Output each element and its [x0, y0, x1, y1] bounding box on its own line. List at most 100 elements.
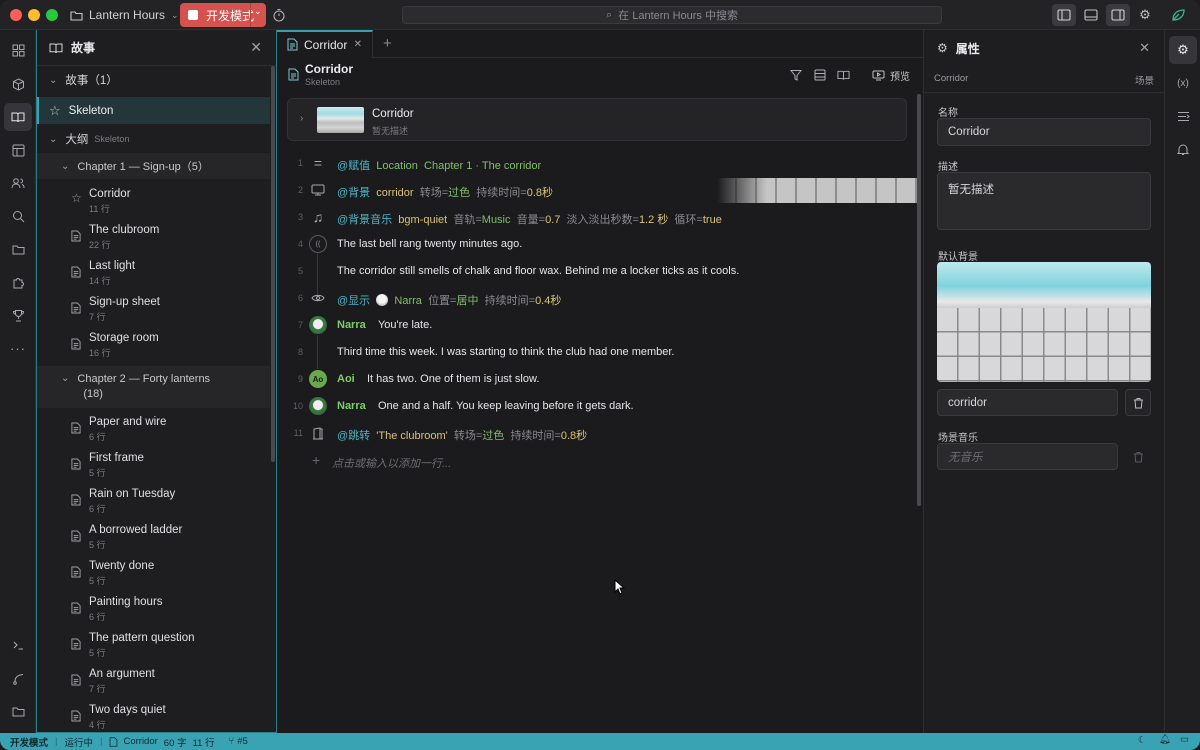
story-section-toggle[interactable]: ⌄ 故事（1）: [37, 70, 270, 90]
scene-title: Painting hours: [89, 596, 163, 608]
toggle-bottom-panel-button[interactable]: [1079, 4, 1103, 26]
filter-icon[interactable]: [790, 69, 802, 81]
script-line-9[interactable]: 9 Ao Aoi It has two. One of them is just…: [277, 366, 917, 393]
scene-item[interactable]: Last light 14 行: [71, 260, 271, 290]
scene-item[interactable]: The clubroom 22 行: [71, 224, 271, 254]
status-mode[interactable]: 开发模式: [10, 735, 48, 749]
activity-assets[interactable]: [4, 70, 32, 98]
activity-characters[interactable]: [4, 169, 32, 197]
add-line-row[interactable]: + 点击或输入以添加一行...: [277, 448, 917, 475]
scene-title: Paper and wire: [89, 416, 167, 428]
status-panel-icon[interactable]: ▭: [1180, 734, 1189, 745]
toggle-right-panel-button[interactable]: [1106, 4, 1130, 26]
activity-achievements[interactable]: [4, 301, 32, 329]
activity-terminal[interactable]: [4, 631, 32, 659]
activity-folder[interactable]: [4, 697, 32, 725]
settings-button[interactable]: ⚙: [1133, 4, 1157, 26]
scene-item[interactable]: The pattern question 5 行: [71, 632, 271, 662]
notifications-tab[interactable]: [1169, 135, 1197, 163]
status-scene[interactable]: Corridor: [123, 736, 157, 747]
close-panel-icon[interactable]: ✕: [1139, 40, 1150, 56]
outline-tab[interactable]: [1169, 102, 1197, 130]
minimize-window-button[interactable]: [28, 9, 40, 21]
story-item-skeleton[interactable]: ☆ Skeleton: [37, 97, 270, 124]
activity-layout[interactable]: [4, 136, 32, 164]
outline-toggle[interactable]: ⌄ 大纲 Skeleton: [37, 129, 270, 149]
script-line-1[interactable]: 1 = @赋值 Location Chapter 1 · The corrido…: [277, 150, 917, 177]
delete-music-button[interactable]: [1125, 443, 1151, 470]
activity-branches[interactable]: [4, 664, 32, 692]
toggle-left-panel-button[interactable]: [1052, 4, 1076, 26]
table-icon[interactable]: [814, 69, 826, 81]
tab-corridor[interactable]: Corridor ✕: [277, 29, 373, 58]
status-run[interactable]: 运行中: [64, 735, 93, 749]
activity-dashboard[interactable]: [4, 36, 32, 64]
status-lines: 11 行: [192, 737, 215, 749]
close-panel-icon[interactable]: ✕: [250, 39, 262, 56]
activity-story[interactable]: [4, 103, 32, 131]
script-line-10[interactable]: 10 Narra One and a half. You keep leavin…: [277, 393, 917, 420]
document-icon: [71, 602, 83, 614]
story-section-label: 故事（1）: [65, 75, 118, 87]
door-icon: [309, 424, 327, 442]
project-switcher[interactable]: Lantern Hours ⌄: [70, 5, 179, 25]
moon-icon[interactable]: ☾: [1138, 735, 1147, 746]
scene-item[interactable]: Paper and wire 6 行: [71, 416, 271, 446]
scene-music-field[interactable]: 无音乐: [937, 443, 1118, 470]
scene-item[interactable]: Painting hours 6 行: [71, 596, 271, 626]
dev-mode-button[interactable]: 开发模式 ⌄: [180, 3, 266, 27]
scene-item[interactable]: A borrowed ladder 5 行: [71, 524, 271, 554]
activity-more[interactable]: ···: [4, 334, 32, 362]
right-activity-bar: ⚙ (x): [1164, 30, 1200, 733]
script-line-3[interactable]: 3 ♫ @背景音乐 bgm-quiet 音轨=Music 音量=0.7 淡入淡出…: [277, 204, 917, 231]
editor-scrollbar[interactable]: [917, 94, 921, 506]
scene-info-card[interactable]: › Corridor 暂无描述: [287, 98, 907, 141]
chevron-down-icon[interactable]: ⌄: [254, 6, 262, 17]
dev-mode-label: 开发模式: [206, 8, 255, 23]
scene-item[interactable]: ☆ Corridor 11 行: [71, 188, 271, 218]
scene-item[interactable]: Storage room 16 行: [71, 332, 271, 362]
book-open-icon[interactable]: [837, 69, 850, 81]
script-line-11[interactable]: 11 @跳转 'The clubroom' 转场=过色 持续时间=0.8秒: [277, 420, 917, 447]
script-line-6[interactable]: 6 @显示 Narra 位置=居中 持续时间=0.4秒: [277, 285, 917, 312]
chapter-1-toggle[interactable]: ⌄ Chapter 1 — Sign-up（5）: [37, 153, 270, 179]
command: @显示: [337, 295, 371, 307]
bell-icon[interactable]: 🔔︎: [1159, 734, 1171, 745]
scene-item[interactable]: An argument 7 行: [71, 668, 271, 698]
global-search[interactable]: ⌕ 在 Lantern Hours 中搜索: [402, 6, 942, 24]
zoom-window-button[interactable]: [46, 9, 58, 21]
script-line-8[interactable]: 8 Third time this week. I was starting t…: [277, 339, 917, 366]
scene-item[interactable]: First frame 5 行: [71, 452, 271, 482]
script-line-4[interactable]: 4 (( The last bell rang twenty minutes a…: [277, 231, 917, 258]
background-asset-field[interactable]: corridor: [937, 389, 1118, 416]
script-line-2[interactable]: 2 @背景 corridor 转场=过色 持续时间=0.8秒: [277, 177, 917, 204]
script-line-5[interactable]: 5 The corridor still smells of chalk and…: [277, 258, 917, 285]
script-editor: Corridor ✕ + Corridor Skeleton 预览 › Corr…: [277, 29, 923, 733]
activity-search[interactable]: [4, 202, 32, 230]
script-line-7[interactable]: 7 Narra You're late.: [277, 312, 917, 339]
scene-item[interactable]: Two days quiet 4 行: [71, 704, 271, 734]
timer-icon[interactable]: [272, 8, 286, 22]
tab-label: Corridor: [304, 37, 348, 52]
new-tab-icon[interactable]: +: [383, 35, 392, 52]
variables-tab[interactable]: (x): [1169, 69, 1197, 97]
default-background-image[interactable]: [937, 262, 1151, 382]
properties-tab[interactable]: ⚙: [1169, 36, 1197, 64]
panel-scrollbar[interactable]: [271, 66, 275, 462]
preview-button[interactable]: 预览: [872, 68, 910, 83]
delete-background-button[interactable]: [1125, 389, 1151, 416]
close-window-button[interactable]: [10, 9, 22, 21]
activity-files[interactable]: [4, 235, 32, 263]
title-bar: Lantern Hours ⌄ 开发模式 ⌄ ⌕ 在 Lantern Hours…: [0, 0, 1200, 30]
chapter-2-toggle[interactable]: ⌄ Chapter 2 — Forty lanterns (18): [37, 366, 270, 408]
scene-item[interactable]: Rain on Tuesday 6 行: [71, 488, 271, 518]
preview-label: 预览: [890, 72, 910, 83]
close-tab-icon[interactable]: ✕: [354, 39, 362, 50]
scene-item[interactable]: Sign-up sheet 7 行: [71, 296, 271, 326]
panel-title: 故事: [71, 41, 96, 55]
activity-plugins[interactable]: [4, 268, 32, 296]
description-textarea[interactable]: 暂无描述: [937, 172, 1151, 230]
status-branch[interactable]: #5: [237, 736, 248, 747]
name-input[interactable]: Corridor: [937, 118, 1151, 146]
scene-item[interactable]: Twenty done 5 行: [71, 560, 271, 590]
